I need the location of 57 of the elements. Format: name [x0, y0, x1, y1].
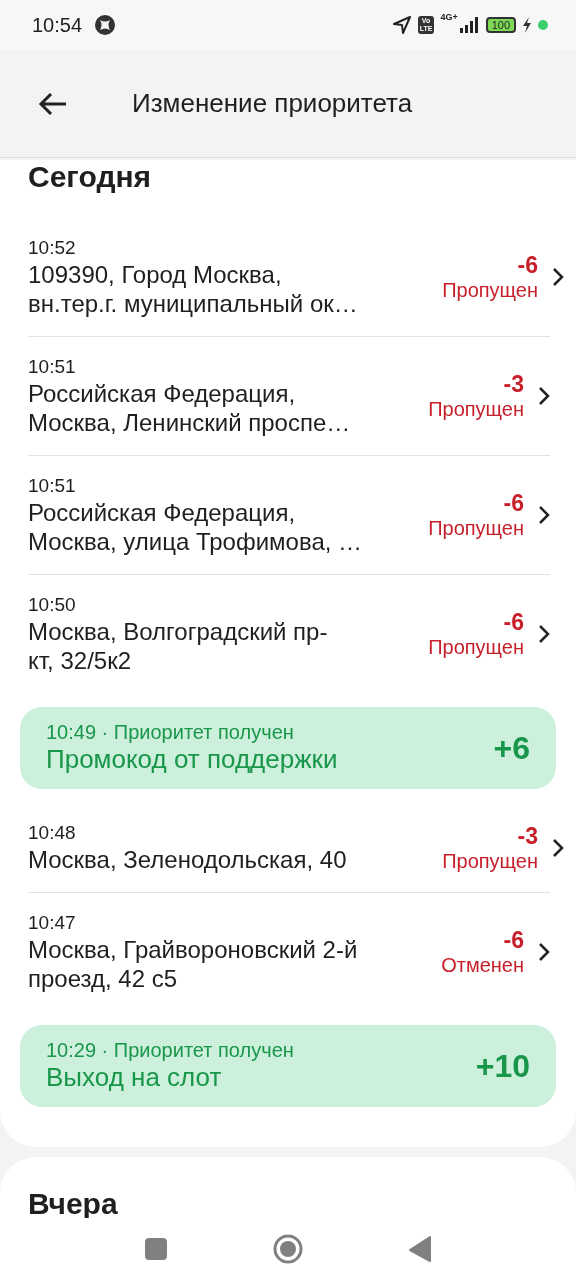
order-status: Пропущен	[428, 517, 524, 540]
order-address: 109390, Город Москва, вн.тер.г. муниципальный ок…	[28, 260, 359, 318]
order-address: Москва, Волгоградский пр- кт, 32/5к2	[28, 617, 329, 675]
history-row[interactable]: 10:51 Российская Федерация, Москва, Ленинский проспе… -3 Пропущен	[28, 336, 550, 455]
chevron-right-icon	[552, 267, 564, 287]
location-arrow-icon	[391, 15, 412, 35]
history-row[interactable]: 10:50 Москва, Волгоградский пр- кт, 32/5к2 -6 Пропущен	[28, 574, 550, 693]
signal-icon	[459, 17, 480, 33]
app-notification-icon	[94, 14, 117, 36]
charging-bolt-icon	[522, 17, 532, 33]
bonus-title: Промокод от поддержки	[46, 744, 339, 775]
priority-change: -6	[517, 252, 538, 279]
home-button[interactable]	[273, 1234, 303, 1264]
battery-indicator: 100	[485, 17, 516, 33]
order-address: Российская Федерация, Москва, Ленинский проспе…	[28, 379, 352, 437]
order-status: Пропущен	[428, 636, 524, 659]
chevron-right-icon	[538, 505, 550, 525]
order-address: Москва, Грайвороновский 2-й проезд, 42 с5	[28, 935, 359, 993]
history-row[interactable]: 10:47 Москва, Грайвороновский 2-й проезд, 42 с5 -6 Отменен	[28, 892, 550, 1011]
priority-change: -6	[503, 927, 524, 954]
priority-change: -3	[503, 371, 524, 398]
order-status: Пропущен	[442, 849, 538, 873]
recents-button[interactable]	[145, 1238, 167, 1260]
order-status: Пропущен	[428, 398, 524, 421]
chevron-right-icon	[538, 942, 550, 962]
back-arrow-icon	[38, 91, 68, 116]
bonus-title: Выход на слот	[46, 1062, 223, 1093]
network-type: 4G+	[440, 12, 458, 22]
order-address: Москва, Зеленодольская, 40	[28, 845, 348, 874]
section-heading: Вчера	[27, 1186, 119, 1222]
bonus-time-label: 10:29 · Приоритет получен	[46, 1039, 295, 1062]
history-row[interactable]: 10:48 Москва, Зеленодольская, 40 -3 Пропущен	[20, 803, 564, 892]
section-heading: Сегодня	[27, 160, 153, 195]
priority-change: +6	[493, 729, 530, 767]
chevron-right-icon	[538, 624, 550, 644]
event-time: 10:51	[28, 355, 77, 379]
bonus-time-label: 10:49 · Приоритет получен	[46, 721, 295, 744]
chevron-right-icon	[538, 386, 550, 406]
event-time: 10:50	[28, 593, 77, 617]
screen-title: Изменение приоритета	[132, 88, 413, 119]
priority-change: -6	[503, 490, 524, 517]
priority-change: -6	[503, 609, 524, 636]
priority-change: -3	[517, 822, 538, 850]
history-row[interactable]: 10:52 109390, Город Москва, вн.тер.г. муниципальный ок… -6 Пропущен	[20, 218, 564, 336]
status-dot-icon	[538, 20, 548, 30]
chevron-right-icon	[552, 837, 564, 858]
priority-change: +10	[475, 1047, 530, 1085]
order-status: Отменен	[441, 954, 524, 977]
order-address: Российская Федерация, Москва, улица Трофимова, …	[28, 498, 364, 556]
back-nav-button[interactable]	[409, 1236, 431, 1262]
event-time: 10:48	[28, 821, 77, 845]
history-row[interactable]: 10:51 Российская Федерация, Москва, улица Трофимова, … -6 Пропущен	[28, 455, 550, 574]
event-time: 10:51	[28, 474, 77, 498]
order-status: Пропущен	[442, 279, 538, 302]
clock: 10:54	[32, 13, 83, 37]
event-time: 10:52	[28, 236, 77, 260]
event-time: 10:47	[28, 911, 77, 935]
